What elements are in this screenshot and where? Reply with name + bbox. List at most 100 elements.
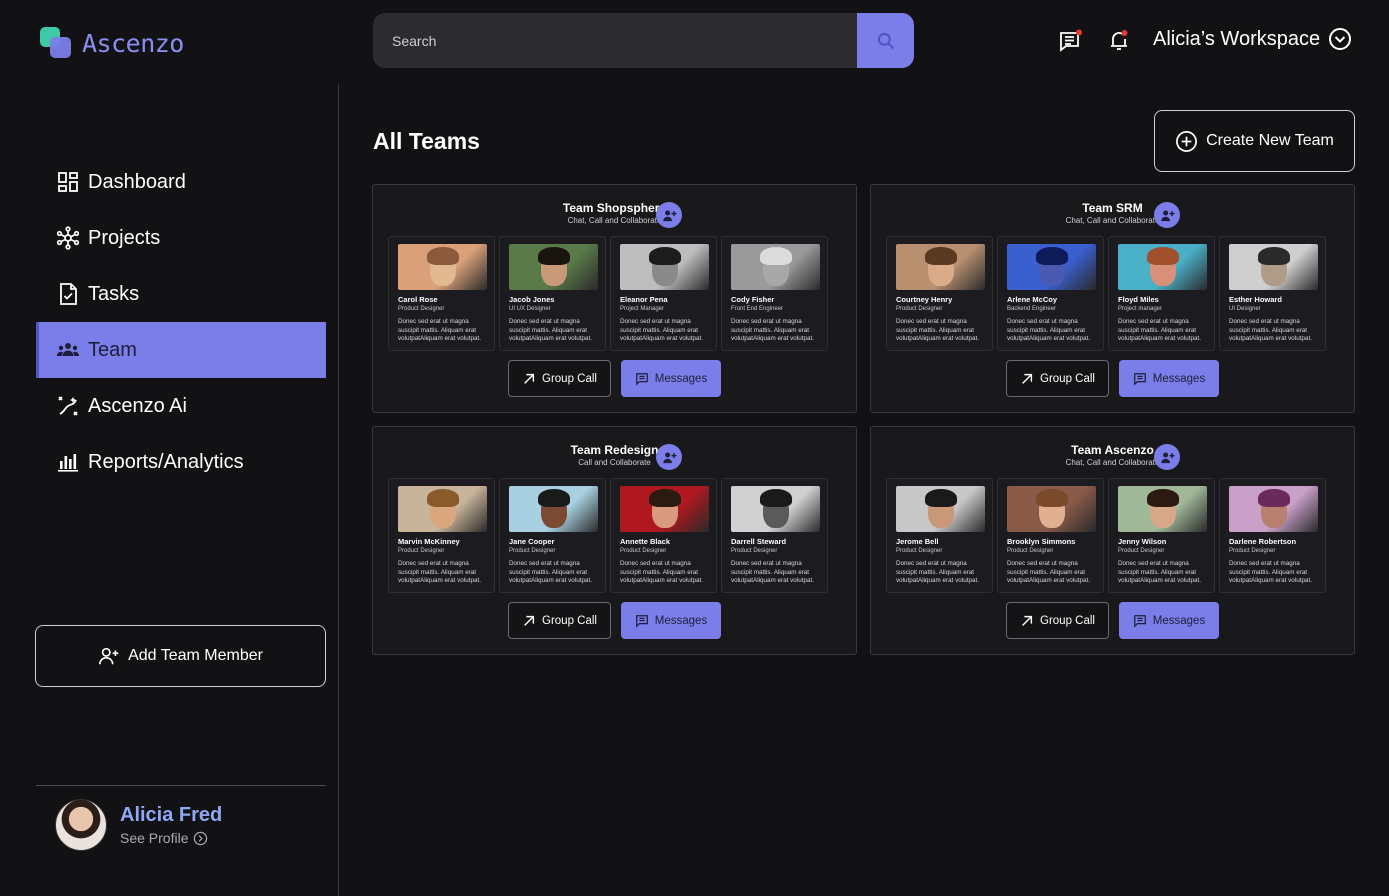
team-name: Team Ascenzo — [1071, 443, 1154, 457]
member-description: Donec sed erat ut magna suscipit mattis.… — [1118, 560, 1201, 584]
ai-icon — [58, 396, 78, 416]
member-photo — [620, 486, 709, 532]
workspace-switcher[interactable]: Alicia’s Workspace — [1153, 27, 1352, 51]
member-role: UI UX Designer — [509, 306, 551, 312]
message-icon — [1133, 614, 1146, 628]
team-members: Jerome Bell Product Designer Donec sed era… — [886, 478, 1326, 593]
add-member-to-team-button[interactable] — [1154, 202, 1180, 228]
member-card[interactable]: Jane Cooper Product Designer Donec sed era… — [499, 478, 606, 593]
member-card[interactable]: Jenny Wilson Product Designer Donec sed er… — [1108, 478, 1215, 593]
team-icon — [57, 343, 79, 356]
member-name: Brooklyn Simmons — [1007, 537, 1076, 546]
search-input[interactable] — [373, 13, 857, 68]
member-card[interactable]: Eleanor Pena Project Manager Donec sed era… — [610, 236, 717, 351]
member-name: Jacob Jones — [509, 295, 555, 304]
member-description: Donec sed erat ut magna suscipit mattis.… — [1118, 318, 1201, 342]
member-name: Eleanor Pena — [620, 295, 668, 304]
member-photo — [896, 244, 985, 290]
member-description: Donec sed erat ut magna suscipit mattis.… — [509, 318, 592, 342]
team-header: Team Ascenzo Chat, Call and Collaborate — [871, 443, 1354, 467]
team-header: Team Redesign Call and Collaborate — [373, 443, 856, 467]
member-card[interactable]: Brooklyn Simmons Product Designer Donec se… — [997, 478, 1104, 593]
sidebar-item-projects[interactable]: Projects — [36, 210, 326, 266]
chat-notification-icon[interactable] — [1058, 28, 1084, 54]
arrow-up-right-icon — [524, 373, 535, 384]
member-description: Donec sed erat ut magna suscipit mattis.… — [731, 318, 814, 342]
member-card[interactable]: Darlene Robertson Product Designer Donec s… — [1219, 478, 1326, 593]
member-description: Donec sed erat ut magna suscipit mattis.… — [896, 318, 979, 342]
member-description: Donec sed erat ut magna suscipit mattis.… — [398, 560, 481, 584]
sidebar-item-team[interactable]: Team — [36, 322, 326, 378]
add-member-to-team-button[interactable] — [656, 202, 682, 228]
add-member-to-team-button[interactable] — [656, 444, 682, 470]
search-button[interactable] — [857, 13, 914, 68]
app-logo[interactable]: Ascenzo — [40, 27, 184, 59]
messages-button[interactable]: Messages — [1119, 602, 1219, 639]
dashboard-icon — [58, 172, 78, 192]
member-description: Donec sed erat ut magna suscipit mattis.… — [1007, 318, 1090, 342]
see-profile-link[interactable]: See Profile — [120, 830, 222, 846]
sidebar-item-label: Projects — [88, 226, 161, 249]
member-role: Product Designer — [509, 548, 556, 554]
sidebar-item-label: Ascenzo Ai — [88, 394, 187, 417]
member-photo — [1118, 244, 1207, 290]
member-card[interactable]: Courtney Henry Product Designer Donec sed … — [886, 236, 993, 351]
member-description: Donec sed erat ut magna suscipit mattis.… — [731, 560, 814, 584]
group-call-button[interactable]: Group Call — [508, 602, 611, 639]
member-card[interactable]: Marvin McKinney Product Designer Donec sed… — [388, 478, 495, 593]
messages-button[interactable]: Messages — [621, 360, 721, 397]
team-subtitle: Chat, Call and Collaborate — [1065, 458, 1160, 467]
sidebar-item-dashboard[interactable]: Dashboard — [36, 154, 326, 210]
add-user-icon — [1160, 452, 1174, 463]
sidebar-nav: Dashboard Projects Tasks Team Ascenzo Ai… — [36, 154, 326, 490]
member-card[interactable]: Carol Rose Product Designer Donec sed erat… — [388, 236, 495, 351]
member-description: Donec sed erat ut magna suscipit mattis.… — [509, 560, 592, 584]
group-call-button[interactable]: Group Call — [1006, 602, 1109, 639]
team-name: Team Redesign — [570, 443, 659, 457]
member-name: Darlene Robertson — [1229, 537, 1297, 546]
member-card[interactable]: Arlene McCoy Backend Engineer Donec sed er… — [997, 236, 1104, 351]
member-role: UI Designer — [1229, 306, 1261, 312]
arrow-up-right-icon — [1022, 373, 1033, 384]
member-name: Esther Howard — [1229, 295, 1282, 304]
messages-label: Messages — [654, 614, 708, 627]
member-card[interactable]: Darrell Steward Product Designer Donec sed… — [721, 478, 828, 593]
member-card[interactable]: Esther Howard UI Designer Donec sed erat u… — [1219, 236, 1326, 351]
create-new-team-button[interactable]: Create New Team — [1154, 110, 1355, 172]
group-call-label: Group Call — [1040, 614, 1095, 627]
member-description: Donec sed erat ut magna suscipit mattis.… — [1229, 318, 1312, 342]
member-card[interactable]: Floyd Miles Project manager Donec sed erat… — [1108, 236, 1215, 351]
member-role: Product Designer — [398, 306, 445, 312]
group-call-button[interactable]: Group Call — [508, 360, 611, 397]
member-card[interactable]: Jerome Bell Product Designer Donec sed era… — [886, 478, 993, 593]
member-photo — [398, 486, 487, 532]
member-card[interactable]: Jacob Jones UI UX Designer Donec sed erat … — [499, 236, 606, 351]
bell-notification-icon[interactable] — [1106, 28, 1132, 54]
member-photo — [731, 486, 820, 532]
member-card[interactable]: Cody Fisher Front End Engineer Donec sed e… — [721, 236, 828, 351]
avatar[interactable] — [55, 799, 107, 851]
team-members: Marvin McKinney Product Designer Donec sed… — [388, 478, 828, 593]
message-icon — [635, 614, 648, 628]
user-profile: Alicia Fred See Profile — [55, 799, 222, 851]
member-description: Donec sed erat ut magna suscipit mattis.… — [620, 560, 703, 584]
team-header: Team SRM Chat, Call and Collaborate — [871, 201, 1354, 225]
sidebar-item-tasks[interactable]: Tasks — [36, 266, 326, 322]
member-name: Floyd Miles — [1118, 295, 1159, 304]
search-icon — [877, 32, 894, 49]
member-card[interactable]: Annette Black Product Designer Donec sed e… — [610, 478, 717, 593]
add-team-member-button[interactable]: Add Team Member — [35, 625, 326, 687]
member-photo — [620, 244, 709, 290]
group-call-button[interactable]: Group Call — [1006, 360, 1109, 397]
team-name: Team Shopsphere — [562, 201, 667, 215]
message-icon — [1133, 372, 1146, 386]
add-member-to-team-button[interactable] — [1154, 444, 1180, 470]
logo-mark-icon — [40, 27, 72, 59]
messages-button[interactable]: Messages — [621, 602, 721, 639]
member-description: Donec sed erat ut magna suscipit mattis.… — [896, 560, 979, 584]
sidebar-item-ascenzo-ai[interactable]: Ascenzo Ai — [36, 378, 326, 434]
team-actions: Group Call Messages — [373, 602, 856, 639]
sidebar-item-reports[interactable]: Reports/Analytics — [36, 434, 326, 490]
team-header: Team Shopsphere Chat, Call and Collaborat… — [373, 201, 856, 225]
messages-button[interactable]: Messages — [1119, 360, 1219, 397]
